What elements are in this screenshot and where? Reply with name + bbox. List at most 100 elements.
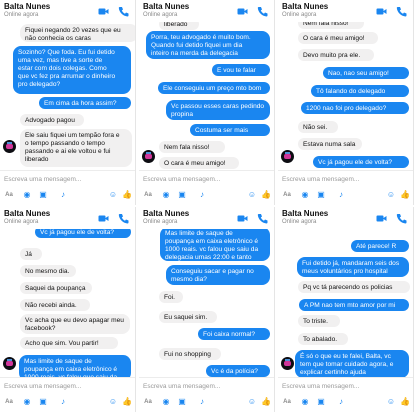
camera-icon[interactable]: ◉	[161, 397, 171, 407]
gallery-icon[interactable]: ▣	[177, 397, 187, 407]
gallery-icon[interactable]: ▣	[38, 397, 48, 407]
camera-icon[interactable]: ◉	[22, 397, 32, 407]
outgoing-message: Ele conseguiu um preço mto bom	[158, 82, 270, 94]
incoming-message: Saquei da poupança	[20, 282, 92, 294]
text-format-icon[interactable]: Aa	[143, 190, 153, 200]
contact-status: Online agora	[143, 12, 178, 18]
message-list: Fiquei negando 20 vezes que eu não conhe…	[0, 22, 135, 170]
incoming-message: Estava numa sala	[298, 138, 362, 150]
microphone-icon[interactable]: ♪	[336, 190, 346, 200]
avatar	[3, 140, 16, 153]
text-format-icon[interactable]: Aa	[282, 397, 292, 407]
message-input[interactable]: Escreva uma mensagem...	[143, 174, 268, 186]
contact-name[interactable]: Balta Nunes	[282, 209, 328, 218]
chat-header: Balta Nunes Online agora	[139, 0, 274, 22]
contact-name[interactable]: Balta Nunes	[143, 209, 189, 218]
chat-header: Balta Nunes Online agora	[0, 0, 135, 22]
avatar-graphic	[145, 154, 152, 159]
like-icon[interactable]: 👍	[400, 190, 410, 200]
text-format-icon[interactable]: Aa	[4, 397, 14, 407]
contact-status: Online agora	[4, 12, 39, 18]
incoming-message: To triste.	[298, 315, 340, 327]
phone-icon[interactable]	[396, 4, 407, 17]
text-format-icon[interactable]: Aa	[4, 190, 14, 200]
phone-icon[interactable]	[257, 211, 268, 224]
video-camera-icon[interactable]	[98, 4, 109, 15]
chat-screenshot-panel: Balta Nunes Online agora Mas limite de saq…	[139, 207, 275, 412]
text-format-icon[interactable]: Aa	[143, 397, 153, 407]
outgoing-message: Mas limite de saque de poupança em caixa…	[19, 355, 131, 377]
text-format-icon[interactable]: Aa	[282, 190, 292, 200]
outgoing-message: Vc passou esses caras pedindo propina	[166, 100, 270, 120]
video-camera-icon[interactable]	[237, 211, 248, 222]
message-list: Mas limite de saque de poupança em caixa…	[139, 229, 274, 377]
microphone-icon[interactable]: ♪	[58, 397, 68, 407]
chat-screenshot-panel: Balta Nunes Online agora Vc já pagou ele d…	[0, 207, 136, 412]
avatar-graphic	[6, 361, 13, 366]
message-input[interactable]: Escreva uma mensagem...	[282, 381, 407, 393]
outgoing-message: Costuma ser mais	[190, 124, 270, 136]
message-composer: Escreva uma mensagem... Aa ◉ ▣ ♪ ☺ 👍	[0, 377, 135, 412]
emoji-icon[interactable]: ☺	[108, 397, 118, 407]
avatar-graphic	[285, 152, 290, 154]
video-camera-icon[interactable]	[376, 4, 387, 15]
video-camera-icon[interactable]	[376, 211, 387, 222]
video-camera-icon[interactable]	[237, 4, 248, 15]
incoming-message: No mesmo dia.	[20, 265, 76, 277]
phone-icon[interactable]	[257, 4, 268, 17]
contact-name[interactable]: Balta Nunes	[143, 2, 189, 11]
microphone-icon[interactable]: ♪	[58, 190, 68, 200]
phone-icon[interactable]	[118, 4, 129, 17]
incoming-message: Já	[20, 248, 42, 260]
incoming-message: Foi.	[159, 291, 183, 303]
composer-toolbar: Aa ◉ ▣ ♪ ☺ 👍	[282, 397, 410, 409]
like-icon[interactable]: 👍	[122, 190, 132, 200]
incoming-message: Nem fala nisso!	[298, 22, 364, 29]
emoji-icon[interactable]: ☺	[108, 190, 118, 200]
like-icon[interactable]: 👍	[261, 397, 271, 407]
like-icon[interactable]: 👍	[122, 397, 132, 407]
like-icon[interactable]: 👍	[261, 190, 271, 200]
microphone-icon[interactable]: ♪	[197, 190, 207, 200]
contact-name[interactable]: Balta Nunes	[4, 209, 50, 218]
message-input[interactable]: Escreva uma mensagem...	[4, 174, 129, 186]
chat-header: Balta Nunes Online agora	[139, 207, 274, 229]
camera-icon[interactable]: ◉	[300, 190, 310, 200]
video-camera-icon[interactable]	[98, 211, 109, 222]
contact-name[interactable]: Balta Nunes	[4, 2, 50, 11]
message-composer: Escreva uma mensagem... Aa ◉ ▣ ♪ ☺ 👍	[0, 170, 135, 205]
contact-status: Online agora	[282, 12, 317, 18]
outgoing-message: Nao, nao seu amigo!	[323, 67, 409, 79]
gallery-icon[interactable]: ▣	[316, 190, 326, 200]
outgoing-message: Mas limite de saque de poupança em caixa…	[160, 229, 270, 261]
camera-icon[interactable]: ◉	[300, 397, 310, 407]
like-icon[interactable]: 👍	[400, 397, 410, 407]
phone-icon[interactable]	[118, 211, 129, 224]
chat-screenshot-panel: Balta Nunes Online agora Fiquei negando 20…	[0, 0, 136, 205]
gallery-icon[interactable]: ▣	[316, 397, 326, 407]
chat-header: Balta Nunes Online agora	[278, 0, 413, 22]
gallery-icon[interactable]: ▣	[38, 190, 48, 200]
message-input[interactable]: Escreva uma mensagem...	[143, 381, 268, 393]
avatar	[3, 357, 16, 370]
outgoing-message: Foi caixa normal?	[198, 328, 270, 340]
contact-name[interactable]: Balta Nunes	[282, 2, 328, 11]
emoji-icon[interactable]: ☺	[247, 397, 257, 407]
emoji-icon[interactable]: ☺	[386, 397, 396, 407]
contact-status: Online agora	[4, 219, 39, 225]
emoji-icon[interactable]: ☺	[386, 190, 396, 200]
message-input[interactable]: Escreva uma mensagem...	[4, 381, 129, 393]
incoming-message: Advogado pagou	[20, 114, 84, 126]
microphone-icon[interactable]: ♪	[336, 397, 346, 407]
gallery-icon[interactable]: ▣	[177, 190, 187, 200]
outgoing-message: Vc é da polícia?	[206, 365, 270, 377]
microphone-icon[interactable]: ♪	[197, 397, 207, 407]
outgoing-message: A PM nao tem mto amor por mi	[299, 299, 409, 311]
avatar-graphic	[6, 144, 13, 149]
phone-icon[interactable]	[396, 211, 407, 224]
incoming-message: liberado	[159, 22, 199, 30]
emoji-icon[interactable]: ☺	[247, 190, 257, 200]
camera-icon[interactable]: ◉	[161, 190, 171, 200]
camera-icon[interactable]: ◉	[22, 190, 32, 200]
message-input[interactable]: Escreva uma mensagem...	[282, 174, 407, 186]
